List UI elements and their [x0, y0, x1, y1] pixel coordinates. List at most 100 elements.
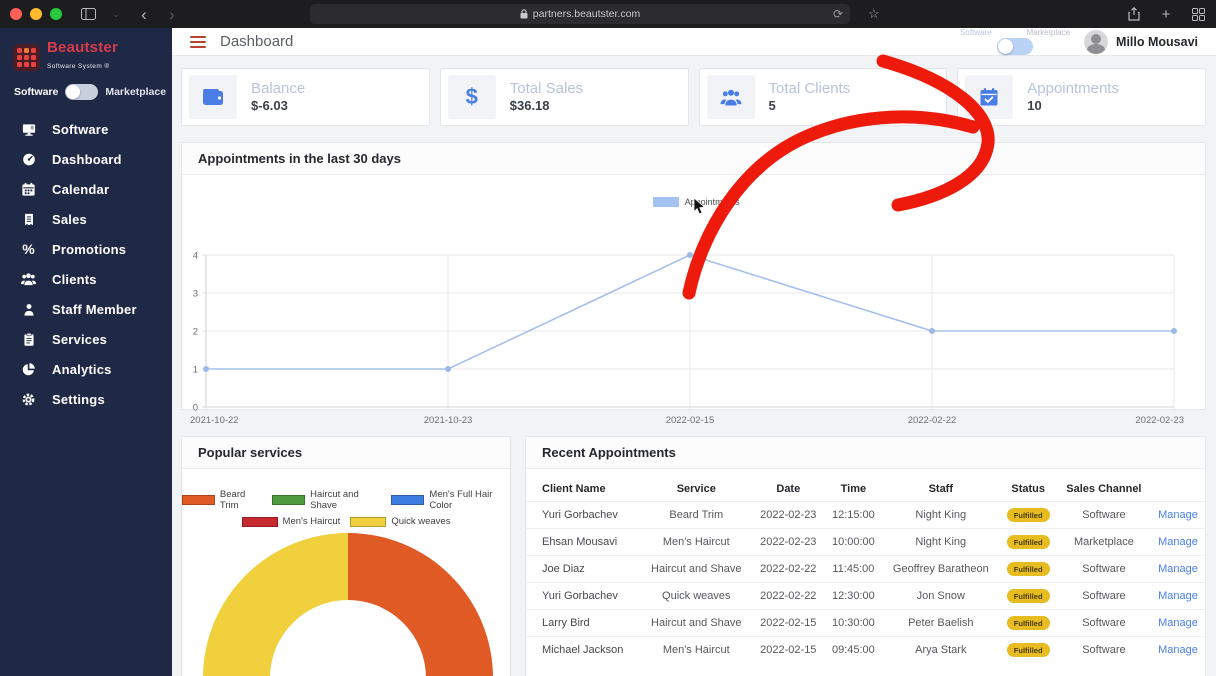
app-logo[interactable]: Beautster Software System ®: [0, 38, 172, 76]
manage-link[interactable]: Manage: [1158, 617, 1198, 629]
pie-legend-label: Haircut and Shave: [310, 489, 381, 511]
user-menu[interactable]: Millo Mousavi: [1084, 30, 1198, 54]
sidebar-toggle-icon[interactable]: [78, 4, 98, 24]
cell-time: 09:45:00: [825, 637, 882, 664]
table-column-header: Staff: [882, 477, 999, 502]
pie-legend-item[interactable]: Men's Haircut: [242, 516, 341, 527]
table-column-header: Time: [825, 477, 882, 502]
stat-card-total-sales[interactable]: $ Total Sales $36.18: [440, 68, 689, 126]
cell-date: 2022-02-22: [752, 556, 825, 583]
header-mode-toggle[interactable]: [997, 38, 1033, 55]
sidebar-item-sales[interactable]: Sales: [0, 204, 172, 234]
cell-date: 2022-02-15: [752, 610, 825, 637]
receipt-icon: [20, 212, 37, 227]
cell-client-name: Yuri Gorbachev: [526, 583, 641, 610]
gear-icon: [20, 392, 37, 407]
sidebar-item-dashboard[interactable]: Dashboard: [0, 144, 172, 174]
zoom-window-button[interactable]: [50, 8, 62, 20]
sidebar: Beautster Software System ® Software Mar…: [0, 28, 172, 676]
calendar-icon: [20, 182, 37, 197]
cell-date: 2022-02-23: [752, 502, 825, 529]
address-bar[interactable]: partners.beautster.com ⟳: [310, 4, 850, 24]
manage-link[interactable]: Manage: [1158, 536, 1198, 548]
beautster-logo-icon: [13, 44, 40, 71]
pie-legend-label: Quick weaves: [391, 516, 450, 527]
manage-link[interactable]: Manage: [1158, 509, 1198, 521]
sidebar-item-software[interactable]: Software: [0, 114, 172, 144]
chevron-down-icon[interactable]: ⌄: [106, 4, 126, 24]
table-column-header: Service: [641, 477, 752, 502]
favorites-icon[interactable]: ☆: [868, 6, 880, 22]
sidebar-item-label: Dashboard: [52, 152, 122, 167]
pie-legend-item[interactable]: Quick weaves: [350, 516, 450, 527]
cell-status: Fulfilled: [999, 529, 1056, 556]
manage-link[interactable]: Manage: [1158, 590, 1198, 602]
cell-status: Fulfilled: [999, 583, 1056, 610]
browser-toolbar: ⌄ ‹ › ☾ partners.beautster.com ⟳ ☆ +: [0, 0, 1216, 28]
menu-toggle-icon[interactable]: [190, 36, 206, 48]
cell-time: 12:30:00: [825, 583, 882, 610]
manage-link[interactable]: Manage: [1158, 644, 1198, 656]
cell-client-name: Ehsan Mousavi: [526, 529, 641, 556]
pie-legend-swatch: [350, 517, 386, 527]
popular-services-card: Popular services Beard Trim Haircut and …: [181, 436, 511, 676]
close-window-button[interactable]: [10, 8, 22, 20]
sidebar-item-promotions[interactable]: %Promotions: [0, 234, 172, 264]
forward-button[interactable]: ›: [162, 4, 182, 24]
sidebar-item-clients[interactable]: Clients: [0, 264, 172, 294]
pie-legend-label: Men's Full Hair Color: [429, 489, 510, 511]
stat-value: 10: [1027, 98, 1041, 113]
minimize-window-button[interactable]: [30, 8, 42, 20]
cell-service: Haircut and Shave: [641, 556, 752, 583]
speedometer-icon: [20, 152, 37, 167]
cell-status: Fulfilled: [999, 610, 1056, 637]
table-column-header: Status: [999, 477, 1056, 502]
sidebar-item-label: Clients: [52, 272, 97, 287]
stat-value: $-6.03: [251, 98, 288, 113]
sidebar-mode-toggle[interactable]: [65, 84, 98, 100]
cell-status: Fulfilled: [999, 637, 1056, 664]
stat-title: Total Sales: [510, 80, 583, 97]
sidebar-item-calendar[interactable]: Calendar: [0, 174, 172, 204]
svg-text:2022-02-15: 2022-02-15: [666, 415, 715, 426]
sidebar-item-services[interactable]: Services: [0, 324, 172, 354]
pie-legend-item[interactable]: Haircut and Shave: [272, 489, 381, 511]
pie-legend-swatch: [182, 495, 215, 505]
share-icon[interactable]: [1124, 4, 1144, 24]
pie-legend-item[interactable]: Men's Full Hair Color: [391, 489, 510, 511]
cell-sales-channel: Software: [1057, 637, 1151, 664]
url-text: partners.beautster.com: [533, 8, 640, 20]
stat-card-appointments[interactable]: Appointments 10: [957, 68, 1206, 126]
status-badge: Fulfilled: [1007, 508, 1050, 522]
new-tab-icon[interactable]: +: [1156, 4, 1176, 24]
stats-row: Balance $-6.03 $ Total Sales $36.18 Tota…: [181, 68, 1206, 126]
cell-time: 10:30:00: [825, 610, 882, 637]
sidebar-toggle-label-marketplace: Marketplace: [105, 86, 166, 98]
sidebar-item-label: Sales: [52, 212, 87, 227]
reload-icon[interactable]: ⟳: [833, 7, 843, 21]
stat-card-balance[interactable]: Balance $-6.03: [181, 68, 430, 126]
back-button[interactable]: ‹: [134, 4, 154, 24]
cell-service: Beard Trim: [641, 502, 752, 529]
cell-time: 10:00:00: [825, 529, 882, 556]
cell-service: Men's Haircut: [641, 637, 752, 664]
cell-status: Fulfilled: [999, 502, 1056, 529]
manage-link[interactable]: Manage: [1158, 563, 1198, 575]
table-row: Ehsan Mousavi Men's Haircut 2022-02-23 1…: [526, 529, 1205, 556]
sidebar-item-settings[interactable]: Settings: [0, 384, 172, 414]
sidebar-item-staff-member[interactable]: Staff Member: [0, 294, 172, 324]
pie-legend-item[interactable]: Beard Trim: [182, 489, 262, 511]
sidebar-item-label: Staff Member: [52, 302, 137, 317]
users-icon: [20, 272, 37, 286]
sidebar-item-analytics[interactable]: Analytics: [0, 354, 172, 384]
cell-client-name: Larry Bird: [526, 610, 641, 637]
cell-staff: Peter Baelish: [882, 610, 999, 637]
cell-service: Quick weaves: [641, 583, 752, 610]
stat-value: $36.18: [510, 98, 550, 113]
pie-legend: Beard Trim Haircut and Shave Men's Full …: [182, 489, 510, 527]
status-badge: Fulfilled: [1007, 643, 1050, 657]
monitor-icon: [20, 122, 37, 137]
tab-overview-icon[interactable]: [1188, 4, 1208, 24]
stat-card-total-clients[interactable]: Total Clients 5: [699, 68, 948, 126]
sidebar-nav: Software Dashboard Calendar Sales %Promotion…: [0, 114, 172, 414]
